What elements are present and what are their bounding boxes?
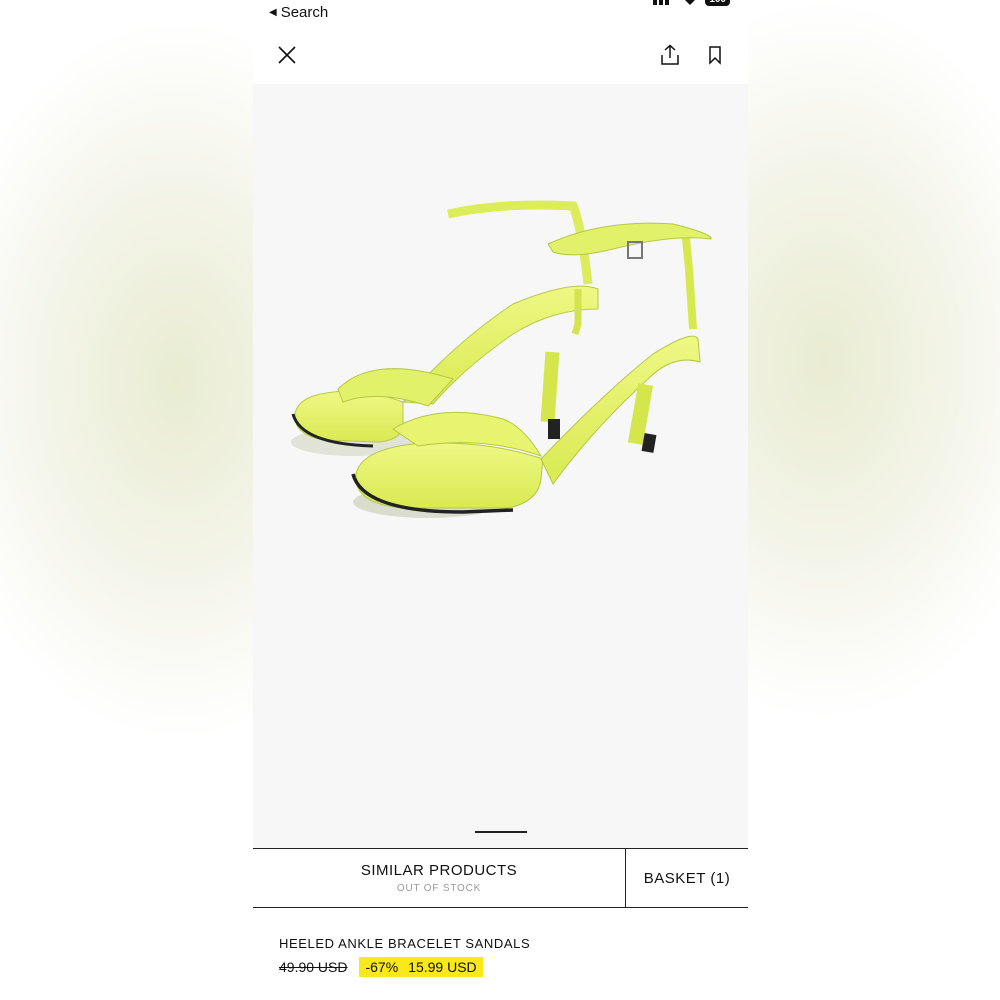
product-name: HEELED ANKLE BRACELET SANDALS [279,936,531,951]
price-row: 49.90 USD -67% 15.99 USD [279,957,729,977]
share-button[interactable] [655,40,685,70]
similar-products-label: SIMILAR PRODUCTS [360,862,518,879]
blurred-background-right [748,0,1000,1000]
sale-price-badge: -67% 15.99 USD [359,957,483,977]
back-label: Search [280,4,329,21]
back-arrow-icon: ◀ [269,7,277,18]
product-image[interactable] [253,84,748,848]
discount-percent: -67% [365,959,399,975]
sandals-photo [291,200,712,518]
share-icon [661,44,679,65]
out-of-stock-label: OUT OF STOCK [396,883,482,894]
status-icons: 100 [653,0,730,6]
similar-products-button[interactable]: SIMILAR PRODUCTS OUT OF STOCK [253,849,626,907]
status-bar: ◀ Search 100 [253,0,748,28]
pager-indicator [475,831,527,833]
battery-indicator: 100 [705,0,730,6]
bookmark-icon [709,46,721,65]
product-info: HEELED ANKLE BRACELET SANDALS 49.90 USD … [279,936,729,977]
close-button[interactable] [272,40,302,70]
phone-screen: ◀ Search 100 [253,0,748,1000]
blurred-background-left [0,0,253,1000]
back-to-search-link[interactable]: ◀ Search [269,4,328,21]
basket-button[interactable]: BASKET (1) [626,849,748,907]
close-icon [278,46,296,64]
top-bar [253,30,748,84]
new-price: 15.99 USD [408,959,477,975]
wifi-icon [685,0,696,5]
action-row: SIMILAR PRODUCTS OUT OF STOCK BASKET (1) [253,848,748,908]
signal-icon [653,0,675,5]
bookmark-button[interactable] [700,40,730,70]
old-price: 49.90 USD [279,959,348,975]
